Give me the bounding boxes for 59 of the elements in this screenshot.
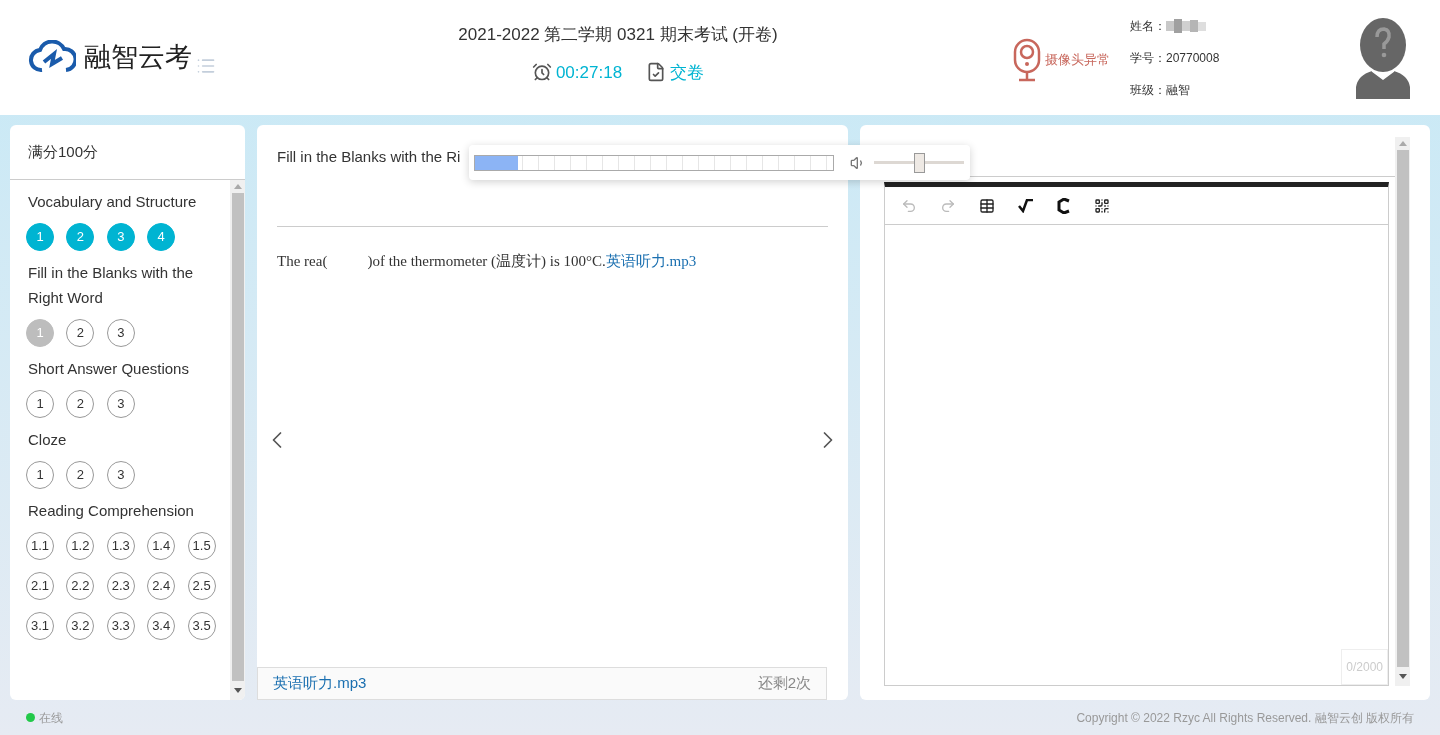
exam-title: 2021-2022 第二学期 0321 期末考试 (开卷) bbox=[458, 24, 778, 46]
question-number-button[interactable]: 1 bbox=[26, 390, 54, 418]
table-icon[interactable] bbox=[979, 197, 995, 214]
question-number-button[interactable]: 2.1 bbox=[26, 572, 54, 600]
question-number-button[interactable]: 3 bbox=[106, 390, 135, 418]
logo-text: 融智云考 bbox=[84, 41, 192, 75]
question-number-button[interactable]: 2 bbox=[66, 319, 95, 347]
section-title: Vocabulary and Structure bbox=[27, 192, 198, 212]
question-number-button[interactable]: 2 bbox=[66, 461, 95, 489]
webcam-icon bbox=[1013, 37, 1041, 82]
question-number-button[interactable]: 1.2 bbox=[66, 532, 95, 560]
alarm-clock-icon bbox=[531, 62, 552, 83]
question-number-button[interactable]: 1.3 bbox=[106, 532, 135, 560]
camera-status: 摄像头异常 bbox=[1045, 50, 1110, 69]
scroll-down-arrow-icon[interactable] bbox=[233, 688, 242, 693]
info-label: 班级： bbox=[1130, 81, 1166, 99]
question-number-button[interactable]: 3 bbox=[106, 319, 135, 347]
info-value: 融智 bbox=[1166, 81, 1190, 99]
section-title: Reading Comprehension bbox=[27, 501, 195, 521]
info-value: 20770008 bbox=[1166, 49, 1220, 67]
question-number-button[interactable]: 1.5 bbox=[187, 532, 216, 560]
full-score: 满分100分 bbox=[10, 125, 245, 180]
section-title: Fill in the Blanks with the Right Word bbox=[27, 263, 195, 308]
audio-progress-track[interactable] bbox=[474, 154, 834, 171]
audio-file-name[interactable]: 英语听力.mp3 bbox=[273, 672, 367, 695]
scroll-down-arrow-icon[interactable] bbox=[1398, 674, 1407, 679]
question-number-button[interactable]: 2 bbox=[66, 390, 95, 418]
square-root-icon[interactable] bbox=[1018, 198, 1034, 213]
scrollbar[interactable] bbox=[230, 180, 245, 700]
section-title: Cloze bbox=[27, 430, 68, 450]
question-number-button[interactable]: 2.4 bbox=[147, 572, 176, 600]
info-label: 学号： bbox=[1130, 49, 1166, 67]
qr-code-icon[interactable] bbox=[1094, 197, 1110, 214]
plays-remaining: 还剩2次 bbox=[757, 673, 811, 694]
countdown-timer: 00:27:18 bbox=[555, 61, 623, 84]
question-text: The rea( )of the thermometer (温度计) is 100°C.英语听力.mp3 bbox=[276, 252, 698, 271]
unknown-avatar-icon bbox=[1356, 16, 1410, 99]
question-number-button[interactable]: 3 bbox=[106, 461, 135, 489]
blurred-name-icon bbox=[1166, 18, 1206, 33]
question-number-button[interactable]: 3.4 bbox=[147, 612, 176, 640]
question-number-button[interactable]: 3.3 bbox=[106, 612, 135, 640]
question-number-button[interactable]: 3.1 bbox=[26, 612, 54, 640]
volume-thumb[interactable] bbox=[914, 152, 925, 173]
question-number-button[interactable]: 2.2 bbox=[66, 572, 95, 600]
copyright: Copyright © 2022 Rzyc All Rights Reserved. 融智云创 版权所有 bbox=[1076, 709, 1414, 727]
document-check-icon bbox=[646, 62, 667, 83]
question-number-button[interactable]: 2.5 bbox=[187, 572, 216, 600]
question-number-button[interactable]: 3.5 bbox=[187, 612, 216, 640]
audio-link[interactable]: 英语听力.mp3 bbox=[605, 253, 697, 269]
question-number-button[interactable]: 2.3 bbox=[106, 572, 135, 600]
question-number-button[interactable]: 1.1 bbox=[26, 532, 54, 560]
c-shape-icon[interactable] bbox=[1057, 197, 1071, 214]
info-label: 姓名： bbox=[1130, 17, 1166, 35]
question-number-button[interactable]: 3.2 bbox=[66, 612, 95, 640]
scrollbar[interactable] bbox=[1395, 137, 1410, 686]
online-status: 在线 bbox=[39, 709, 63, 727]
question-number-button[interactable]: 1.4 bbox=[147, 532, 176, 560]
question-number-button[interactable]: 1 bbox=[26, 461, 54, 489]
section-title: Short Answer Questions bbox=[27, 359, 190, 379]
